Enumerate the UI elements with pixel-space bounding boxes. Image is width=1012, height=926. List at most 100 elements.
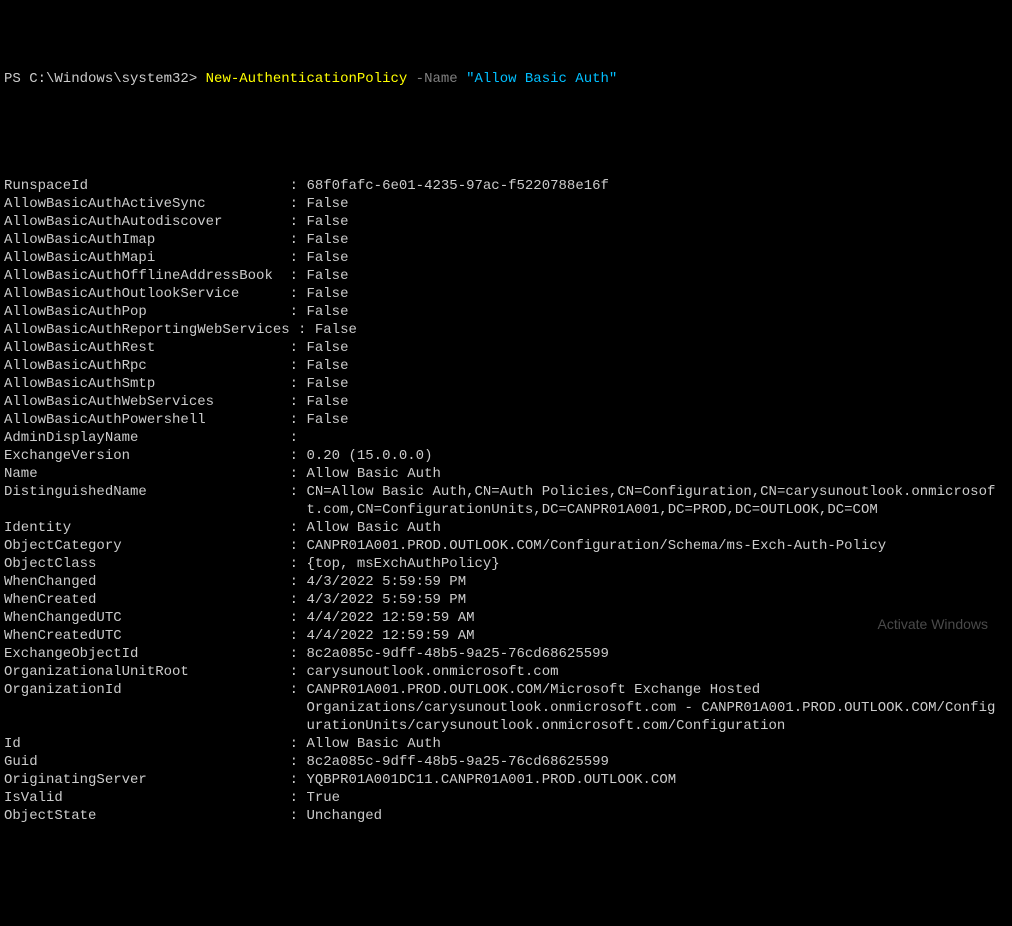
property-separator: : bbox=[281, 628, 306, 645]
output-property-row: ExchangeObjectId : 8c2a085c-9dff-48b5-9a… bbox=[4, 646, 1008, 664]
property-separator: : bbox=[281, 196, 306, 213]
property-key: AllowBasicAuthPop bbox=[4, 304, 281, 321]
property-value: False bbox=[306, 232, 348, 249]
property-value: True bbox=[306, 790, 340, 807]
property-key: RunspaceId bbox=[4, 178, 281, 195]
property-separator: : bbox=[281, 358, 306, 375]
property-separator: : bbox=[281, 430, 306, 447]
property-separator: : bbox=[290, 322, 315, 339]
property-key: AllowBasicAuthOfflineAddressBook bbox=[4, 268, 281, 285]
property-separator: : bbox=[281, 304, 306, 321]
property-key: ObjectState bbox=[4, 808, 281, 825]
property-value: Allow Basic Auth bbox=[306, 736, 440, 753]
property-separator: : bbox=[281, 538, 306, 555]
output-property-row: OrganizationalUnitRoot : carysunoutlook.… bbox=[4, 664, 1008, 682]
output-property-row: RunspaceId : 68f0fafc-6e01-4235-97ac-f52… bbox=[4, 178, 1008, 196]
output-property-row: AllowBasicAuthPop : False bbox=[4, 304, 1008, 322]
property-key: AdminDisplayName bbox=[4, 430, 281, 447]
output-property-row: AllowBasicAuthAutodiscover : False bbox=[4, 214, 1008, 232]
property-key: Identity bbox=[4, 520, 281, 537]
property-separator: : bbox=[281, 682, 306, 699]
property-value-continuation: Organizations/carysunoutlook.onmicrosoft… bbox=[306, 700, 995, 717]
property-value: Allow Basic Auth bbox=[306, 520, 440, 537]
output-property-row: ObjectState : Unchanged bbox=[4, 808, 1008, 826]
property-key: AllowBasicAuthRest bbox=[4, 340, 281, 357]
property-separator: : bbox=[281, 214, 306, 231]
output-property-row: AllowBasicAuthMapi : False bbox=[4, 250, 1008, 268]
property-separator: : bbox=[281, 646, 306, 663]
output-property-row: AllowBasicAuthPowershell : False bbox=[4, 412, 1008, 430]
property-key: AllowBasicAuthMapi bbox=[4, 250, 281, 267]
property-separator: : bbox=[281, 574, 306, 591]
output-property-row: OriginatingServer : YQBPR01A001DC11.CANP… bbox=[4, 772, 1008, 790]
output-property-row: DistinguishedName : CN=Allow Basic Auth,… bbox=[4, 484, 1008, 502]
property-key: ExchangeVersion bbox=[4, 448, 281, 465]
property-key: Guid bbox=[4, 754, 281, 771]
output-property-row: AllowBasicAuthRpc : False bbox=[4, 358, 1008, 376]
property-separator: : bbox=[281, 178, 306, 195]
property-value-continuation: urationUnits/carysunoutlook.onmicrosoft.… bbox=[306, 718, 785, 735]
property-key: WhenChangedUTC bbox=[4, 610, 281, 627]
property-separator: : bbox=[281, 754, 306, 771]
property-key: AllowBasicAuthAutodiscover bbox=[4, 214, 281, 231]
property-separator: : bbox=[281, 394, 306, 411]
property-value: False bbox=[306, 286, 348, 303]
output-property-row: Id : Allow Basic Auth bbox=[4, 736, 1008, 754]
output-property-row: AllowBasicAuthReportingWebServices : Fal… bbox=[4, 322, 1008, 340]
property-value: 8c2a085c-9dff-48b5-9a25-76cd68625599 bbox=[306, 646, 608, 663]
output-property-row: ObjectClass : {top, msExchAuthPolicy} bbox=[4, 556, 1008, 574]
property-key: DistinguishedName bbox=[4, 484, 281, 501]
property-value: False bbox=[306, 304, 348, 321]
output-property-row: Guid : 8c2a085c-9dff-48b5-9a25-76cd68625… bbox=[4, 754, 1008, 772]
property-value: False bbox=[306, 412, 348, 429]
property-separator: : bbox=[281, 484, 306, 501]
property-key: AllowBasicAuthReportingWebServices bbox=[4, 322, 290, 339]
parameter-flag: -Name bbox=[407, 71, 466, 87]
property-key: IsValid bbox=[4, 790, 281, 807]
property-separator: : bbox=[281, 790, 306, 807]
property-key: AllowBasicAuthActiveSync bbox=[4, 196, 281, 213]
output-property-row: OrganizationId : CANPR01A001.PROD.OUTLOO… bbox=[4, 682, 1008, 700]
property-value: CN=Allow Basic Auth,CN=Auth Policies,CN=… bbox=[306, 484, 995, 501]
property-value: CANPR01A001.PROD.OUTLOOK.COM/Configurati… bbox=[306, 538, 886, 555]
property-value: False bbox=[306, 340, 348, 357]
property-value: {top, msExchAuthPolicy} bbox=[306, 556, 499, 573]
parameter-value: "Allow Basic Auth" bbox=[466, 71, 617, 87]
command-line[interactable]: PS C:\Windows\system32> New-Authenticati… bbox=[4, 71, 1008, 89]
property-key: OrganizationalUnitRoot bbox=[4, 664, 281, 681]
output-property-row: AllowBasicAuthOfflineAddressBook : False bbox=[4, 268, 1008, 286]
property-key: ObjectClass bbox=[4, 556, 281, 573]
property-value: False bbox=[306, 394, 348, 411]
property-separator: : bbox=[281, 412, 306, 429]
property-value: 4/4/2022 12:59:59 AM bbox=[306, 628, 474, 645]
property-separator: : bbox=[281, 736, 306, 753]
output-property-row: ExchangeVersion : 0.20 (15.0.0.0) bbox=[4, 448, 1008, 466]
property-value: False bbox=[306, 358, 348, 375]
property-value: False bbox=[315, 322, 357, 339]
property-key: WhenCreatedUTC bbox=[4, 628, 281, 645]
property-value: False bbox=[306, 196, 348, 213]
property-separator: : bbox=[281, 232, 306, 249]
property-separator: : bbox=[281, 808, 306, 825]
property-key: ObjectCategory bbox=[4, 538, 281, 555]
output-property-row: WhenChanged : 4/3/2022 5:59:59 PM bbox=[4, 574, 1008, 592]
blank-line bbox=[4, 108, 1008, 126]
output-property-row: AllowBasicAuthImap : False bbox=[4, 232, 1008, 250]
output-property-row: IsValid : True bbox=[4, 790, 1008, 808]
blank-line bbox=[4, 143, 1008, 161]
output-property-row: AllowBasicAuthWebServices : False bbox=[4, 394, 1008, 412]
output-property-continuation: t.com,CN=ConfigurationUnits,DC=CANPR01A0… bbox=[4, 502, 1008, 520]
property-value: 4/3/2022 5:59:59 PM bbox=[306, 592, 466, 609]
property-separator: : bbox=[281, 466, 306, 483]
property-value: False bbox=[306, 376, 348, 393]
property-key: AllowBasicAuthRpc bbox=[4, 358, 281, 375]
property-value: False bbox=[306, 268, 348, 285]
property-value: 4/3/2022 5:59:59 PM bbox=[306, 574, 466, 591]
property-value: Unchanged bbox=[306, 808, 382, 825]
output-property-row: AllowBasicAuthOutlookService : False bbox=[4, 286, 1008, 304]
property-key: AllowBasicAuthSmtp bbox=[4, 376, 281, 393]
property-key: Name bbox=[4, 466, 281, 483]
output-property-row: WhenChangedUTC : 4/4/2022 12:59:59 AM bbox=[4, 610, 1008, 628]
property-separator: : bbox=[281, 664, 306, 681]
property-value: 8c2a085c-9dff-48b5-9a25-76cd68625599 bbox=[306, 754, 608, 771]
